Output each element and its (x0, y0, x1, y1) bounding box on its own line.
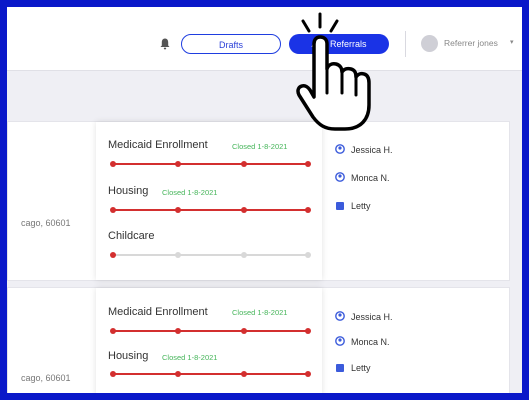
assignee-name: Monca N. (351, 173, 390, 183)
person-icon (335, 172, 345, 182)
service-name: Medicaid Enrollment (108, 306, 208, 318)
services-panel: Medicaid Enrollment Closed 1-8-2021 Hous… (96, 288, 322, 393)
service-status: Closed 1-8-2021 (162, 188, 218, 197)
assignee-name: Letty (351, 363, 371, 373)
service-name: Housing (108, 185, 149, 197)
header-divider (405, 31, 406, 57)
address-text: cago, 60601 (21, 373, 71, 383)
assignee-name: Letty (351, 201, 371, 211)
assignee-name: Jessica H. (351, 312, 393, 322)
app-screen: Drafts Add Referrals Referrer jones ▾ ca… (7, 7, 522, 393)
progress-track (110, 252, 311, 258)
service-status: Closed 1-8-2021 (232, 142, 288, 151)
person-icon (335, 336, 345, 346)
drafts-button[interactable]: Drafts (181, 34, 281, 54)
pointing-hand-icon (296, 12, 371, 131)
assignee-name: Monca N. (351, 337, 390, 347)
service-name: Childcare (108, 230, 155, 242)
progress-track (110, 161, 311, 167)
assignee-name: Jessica H. (351, 145, 393, 155)
address-text: cago, 60601 (21, 218, 71, 228)
person-icon (335, 311, 345, 321)
referral-card[interactable]: cago, 60601 Medicaid Enrollment Closed 1… (7, 121, 510, 281)
video-frame: Drafts Add Referrals Referrer jones ▾ ca… (0, 0, 529, 400)
progress-track (110, 328, 311, 334)
service-name: Housing (108, 350, 149, 362)
square-icon (336, 202, 344, 210)
service-status: Closed 1-8-2021 (232, 308, 288, 317)
person-icon (335, 144, 345, 154)
avatar-icon[interactable] (421, 35, 438, 52)
service-status: Closed 1-8-2021 (162, 353, 218, 362)
service-name: Medicaid Enrollment (108, 139, 208, 151)
referral-card[interactable]: cago, 60601 Medicaid Enrollment Closed 1… (7, 287, 510, 393)
services-panel: Medicaid Enrollment Closed 1-8-2021 Hous… (96, 122, 322, 280)
bell-icon[interactable] (160, 38, 170, 50)
progress-track (110, 371, 311, 377)
user-name[interactable]: Referrer jones (444, 38, 498, 48)
top-bar: Drafts Add Referrals Referrer jones ▾ (7, 7, 522, 71)
chevron-down-icon[interactable]: ▾ (510, 38, 514, 46)
square-icon (336, 364, 344, 372)
progress-track (110, 207, 311, 213)
